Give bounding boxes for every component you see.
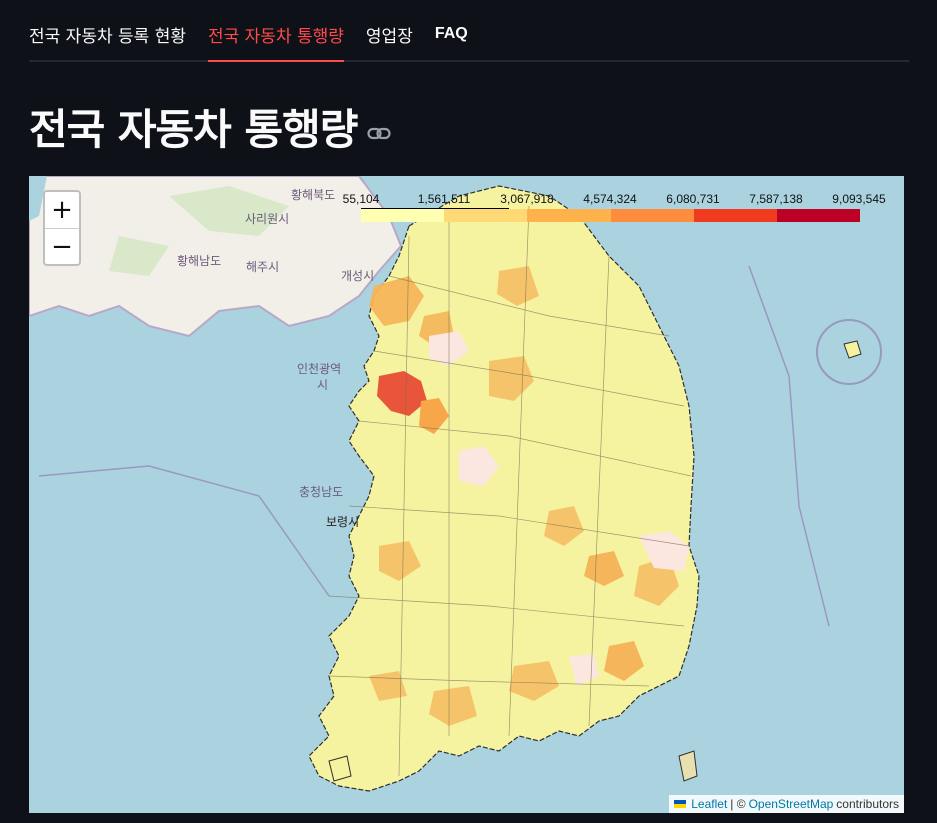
map-attribution: Leaflet | © OpenStreetMap contributors <box>669 795 904 813</box>
label-sariwon: 사리원시 <box>245 212 290 226</box>
legend-tick: 7,587,138 <box>749 192 803 206</box>
tab-registration-status[interactable]: 전국 자동차 등록 현황 <box>29 0 186 60</box>
legend-ticks: 55,104 1,561,511 3,067,918 4,574,324 6,0… <box>339 192 886 208</box>
label-incheon-si: 시 <box>317 378 329 392</box>
link-icon[interactable] <box>367 126 393 142</box>
legend-tick: 6,080,731 <box>666 192 720 206</box>
title-row: 전국 자동차 통행량 <box>29 96 393 156</box>
legend-tick: 3,067,918 <box>500 192 554 206</box>
legend-tick: 1,561,511 <box>417 192 471 206</box>
legend-swatch <box>776 209 861 222</box>
tab-traffic-volume[interactable]: 전국 자동차 통행량 <box>207 0 344 62</box>
legend-color-bar <box>361 209 861 222</box>
label-haeju: 해주시 <box>246 260 280 274</box>
legend-swatch <box>527 209 611 222</box>
legend-swatch <box>444 209 528 222</box>
zoom-in-button[interactable]: + <box>45 192 79 229</box>
zoom-out-button[interactable]: − <box>45 229 79 264</box>
tab-business-locations[interactable]: 영업장 <box>366 0 413 60</box>
page-title: 전국 자동차 통행량 <box>29 104 358 154</box>
traffic-choropleth-map[interactable]: 황해북도 사리원시 황해남도 해주시 개성시 인천광역 시 충청남도 보령시 +… <box>29 176 904 813</box>
color-legend: 55,104 1,561,511 3,067,918 4,574,324 6,0… <box>339 192 886 224</box>
label-hwanghaenamdo: 황해남도 <box>177 254 222 268</box>
label-boryeong: 보령시 <box>326 515 360 529</box>
zoom-control: + − <box>43 190 81 266</box>
osm-link[interactable]: OpenStreetMap <box>749 797 834 811</box>
legend-tick: 55,104 <box>342 192 380 206</box>
legend-swatch <box>610 209 694 222</box>
legend-tick: 9,093,545 <box>832 192 886 206</box>
top-tab-bar: 전국 자동차 등록 현황 전국 자동차 통행량 영업장 FAQ <box>29 0 909 62</box>
legend-tick: 4,574,324 <box>583 192 637 206</box>
map-base-layer[interactable] <box>29 176 904 813</box>
attribution-contributors: contributors <box>836 797 899 811</box>
label-gaeseong: 개성시 <box>341 269 375 283</box>
label-chungnam: 충청남도 <box>299 485 344 499</box>
legend-swatch <box>361 209 445 222</box>
label-incheon: 인천광역 <box>297 362 342 376</box>
label-hwanghaebukdo: 황해북도 <box>291 188 336 202</box>
ukraine-flag-icon <box>674 800 687 808</box>
leaflet-link[interactable]: Leaflet <box>691 797 727 811</box>
legend-swatch <box>693 209 777 222</box>
attribution-separator: | © <box>730 797 746 811</box>
tab-faq[interactable]: FAQ <box>435 0 468 60</box>
